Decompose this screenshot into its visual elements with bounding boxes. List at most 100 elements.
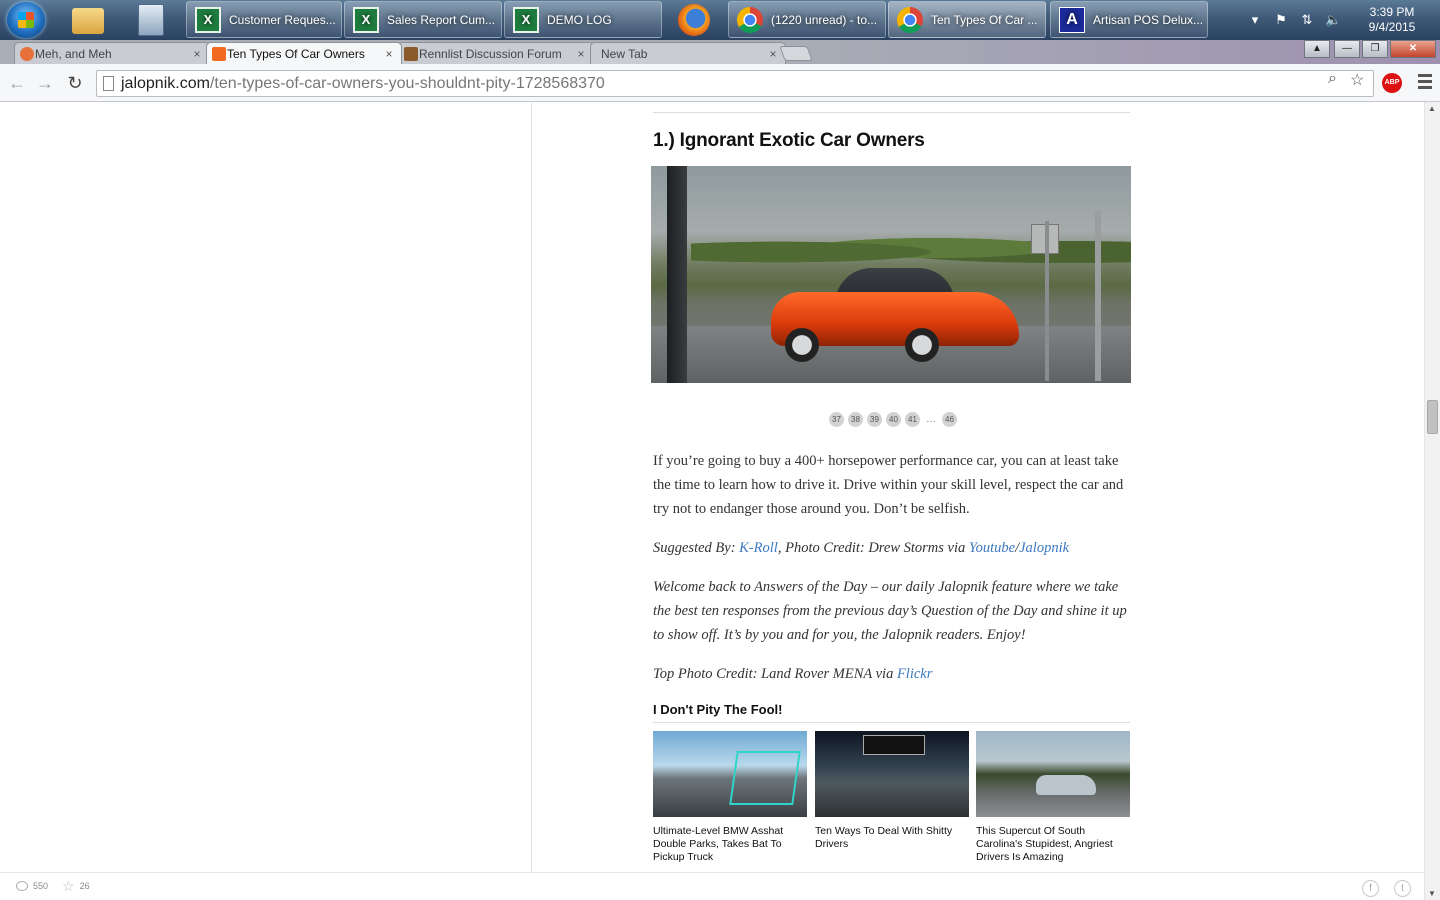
close-window-icon[interactable]: ✕: [1390, 40, 1436, 58]
author-link[interactable]: K-Roll: [739, 540, 778, 556]
tab-rennlist[interactable]: Rennlist Discussion Forum ×: [398, 42, 594, 64]
tab-close-icon[interactable]: ×: [575, 47, 587, 61]
new-tab-button[interactable]: [779, 46, 813, 61]
tab-close-icon[interactable]: ×: [383, 47, 395, 61]
taskbar-button-label: Ten Types Of Car ...: [931, 12, 1038, 27]
address-bar[interactable]: jalopnik.com/ten-types-of-car-owners-you…: [96, 70, 1374, 97]
search-icon[interactable]: ⌕: [1328, 70, 1337, 88]
pager-last-page[interactable]: 46: [942, 412, 957, 427]
tab-title: Ten Types Of Car Owners: [227, 46, 365, 61]
pager-page[interactable]: 41: [905, 412, 920, 427]
article-share-bar: 550 ☆ 26 f t: [0, 872, 1424, 900]
slide-image-orange-coupe[interactable]: [651, 166, 1131, 383]
windows-taskbar: X Customer Reques... X Sales Report Cum.…: [0, 0, 1440, 40]
tab-title: Meh, and Meh: [35, 46, 112, 61]
related-caption[interactable]: Ten Ways To Deal With Shitty Drivers: [815, 825, 969, 851]
slide-description: If you’re going to buy a 400+ horsepower…: [653, 453, 1124, 517]
tab-ten-types-of-car-owners[interactable]: Ten Types Of Car Owners ×: [206, 42, 402, 64]
related-thumbnail[interactable]: [653, 731, 807, 817]
reload-icon[interactable]: ↻: [64, 72, 86, 94]
jalopnik-link[interactable]: Jalopnik: [1019, 540, 1069, 556]
related-divider: [653, 722, 1130, 723]
pager-page[interactable]: 40: [886, 412, 901, 427]
comments-count: 550: [33, 881, 49, 891]
credit-middle: , Photo Credit: Drew Storms via: [777, 540, 969, 556]
scroll-down-arrow-icon[interactable]: ▼: [1428, 889, 1436, 898]
firefox-icon[interactable]: [678, 4, 710, 36]
windows-start-button[interactable]: [7, 2, 45, 38]
volume-icon[interactable]: 🔈: [1325, 12, 1341, 28]
artisan-pos-icon: A: [1059, 6, 1085, 33]
pager-page[interactable]: 37: [829, 412, 844, 427]
taskbar-button-excel-demo-log[interactable]: X DEMO LOG: [504, 1, 662, 38]
slide-credit: Suggested By: K-Roll, Photo Credit: Drew…: [653, 536, 1131, 560]
minimize-icon[interactable]: —: [1334, 40, 1360, 58]
pager-page[interactable]: 38: [848, 412, 863, 427]
taskbar-button-label: DEMO LOG: [547, 12, 612, 27]
stars-count: 26: [79, 881, 90, 891]
taskbar-button-label: (1220 unread) - to...: [771, 12, 878, 27]
back-arrow-icon[interactable]: ←: [6, 72, 28, 94]
taskbar-button-excel-customer-requests[interactable]: X Customer Reques...: [186, 1, 342, 38]
porsche-crest-favicon-icon: [404, 47, 418, 61]
user-profile-icon[interactable]: ▲: [1304, 40, 1330, 58]
slide-heading: 1.) Ignorant Exotic Car Owners: [653, 130, 925, 151]
tab-meh[interactable]: Meh, and Meh ×: [14, 42, 210, 64]
comments-counter[interactable]: 550: [16, 881, 48, 891]
pager-page[interactable]: 39: [867, 412, 882, 427]
page-scrollbar[interactable]: ▲ ▼: [1424, 102, 1440, 900]
tab-close-icon[interactable]: ×: [767, 47, 779, 61]
taskbar-button-chrome-mail[interactable]: (1220 unread) - to...: [728, 1, 886, 38]
related-caption[interactable]: This Supercut Of South Carolina's Stupid…: [976, 825, 1130, 864]
url-domain: jalopnik.com: [121, 75, 210, 92]
scrollbar-thumb[interactable]: [1427, 400, 1438, 434]
chrome-icon: [737, 6, 763, 33]
bookmark-star-icon[interactable]: ☆: [1350, 70, 1364, 90]
flickr-link[interactable]: Flickr: [897, 666, 932, 682]
chrome-icon: [897, 6, 923, 33]
related-card[interactable]: Ultimate-Level BMW Asshat Double Parks, …: [653, 731, 807, 864]
browser-tab-strip: Meh, and Meh × Ten Types Of Car Owners ×…: [0, 40, 1440, 64]
related-thumbnail[interactable]: [976, 731, 1130, 817]
facebook-share-icon[interactable]: f: [1362, 880, 1379, 897]
taskbar-button-excel-sales-report[interactable]: X Sales Report Cum...: [344, 1, 502, 38]
chrome-menu-icon[interactable]: [1418, 74, 1432, 90]
meh-favicon-icon: [20, 47, 34, 61]
twitter-share-icon[interactable]: t: [1394, 880, 1411, 897]
adblock-plus-icon[interactable]: ABP: [1382, 73, 1402, 93]
taskbar-button-artisan-pos[interactable]: A Artisan POS Delux...: [1050, 1, 1208, 38]
clock-date: 9/4/2015: [1368, 20, 1416, 34]
calculator-icon[interactable]: [138, 4, 164, 36]
related-caption[interactable]: Ultimate-Level BMW Asshat Double Parks, …: [653, 825, 807, 864]
action-center-flag-icon[interactable]: ⚑: [1273, 12, 1289, 28]
network-icon[interactable]: ⇅: [1299, 12, 1315, 28]
tab-close-icon[interactable]: ×: [191, 47, 203, 61]
stars-counter[interactable]: ☆ 26: [62, 879, 90, 893]
restore-icon[interactable]: ❐: [1362, 40, 1388, 58]
feature-intro-text: Welcome back to Answers of the Day – our…: [653, 579, 1127, 643]
taskbar-button-label: Sales Report Cum...: [387, 12, 496, 27]
top-photo-prefix: Top Photo Credit: Land Rover MENA via: [653, 666, 897, 682]
related-card[interactable]: Ten Ways To Deal With Shitty Drivers: [815, 731, 969, 851]
related-thumbnail[interactable]: [815, 731, 969, 817]
clock-time: 3:39 PM: [1369, 5, 1415, 19]
credit-prefix: Suggested By:: [653, 540, 740, 556]
column-divider: [531, 102, 532, 872]
browser-toolbar: ← → ↻ jalopnik.com/ten-types-of-car-owne…: [0, 64, 1440, 102]
section-divider: [653, 112, 1130, 113]
show-hidden-icons-icon[interactable]: ▾: [1247, 12, 1263, 28]
taskbar-button-label: Customer Reques...: [229, 12, 336, 27]
forward-arrow-icon[interactable]: →: [34, 72, 56, 94]
system-tray: ▾ ⚑ ⇅ 🔈 3:39 PM 9/4/2015: [1242, 0, 1440, 40]
scroll-up-arrow-icon[interactable]: ▲: [1428, 104, 1436, 113]
tab-new-tab[interactable]: New Tab ×: [590, 42, 786, 64]
pager-ellipsis: …: [926, 414, 936, 425]
tab-title: New Tab: [601, 46, 648, 61]
feature-intro: Welcome back to Answers of the Day – our…: [653, 575, 1131, 647]
explorer-folder-icon[interactable]: [72, 8, 104, 34]
related-section-title: I Don't Pity The Fool!: [653, 702, 783, 717]
system-clock[interactable]: 3:39 PM 9/4/2015: [1354, 5, 1430, 35]
taskbar-button-chrome-ten-types[interactable]: Ten Types Of Car ...: [888, 1, 1046, 38]
related-card[interactable]: This Supercut Of South Carolina's Stupid…: [976, 731, 1130, 864]
youtube-link[interactable]: Youtube: [969, 540, 1015, 556]
